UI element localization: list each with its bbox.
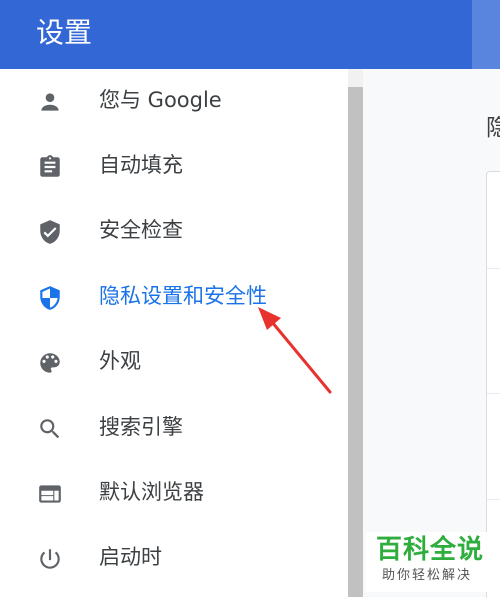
- sidebar-scrollbar[interactable]: [348, 69, 363, 597]
- sidebar-item-default-browser[interactable]: 默认浏览器: [0, 461, 348, 525]
- sidebar-item-you-and-google[interactable]: 您与 Google: [0, 69, 348, 133]
- person-icon: [41, 93, 59, 111]
- sidebar-item-label: 隐私设置和安全性: [99, 284, 267, 308]
- card-divider: [487, 268, 500, 269]
- sidebar: 您与 Google 自动填充 安全检查 隐私设置和安全性 外观 搜索引擎 默认浏…: [0, 69, 348, 597]
- search-icon: [40, 419, 60, 439]
- sidebar-item-search-engine[interactable]: 搜索引擎: [0, 396, 348, 460]
- sidebar-item-appearance[interactable]: 外观: [0, 330, 348, 394]
- scrollbar-track-top: [348, 69, 363, 87]
- clipboard-icon: [40, 155, 60, 177]
- card-divider: [487, 393, 500, 394]
- watermark-title: 百科全说: [376, 535, 485, 565]
- sidebar-item-label: 您与 Google: [99, 88, 222, 112]
- browser-icon: [39, 485, 61, 503]
- watermark-subtitle: 助你轻松解决: [382, 568, 473, 583]
- content-area: [363, 69, 500, 597]
- shield-check-icon: [40, 220, 60, 244]
- sidebar-item-privacy-security[interactable]: 隐私设置和安全性: [0, 265, 348, 329]
- sidebar-item-autofill[interactable]: 自动填充: [0, 134, 348, 198]
- sidebar-item-label: 外观: [99, 349, 141, 373]
- shield-half-icon: [40, 286, 60, 310]
- watermark: 百科全说 助你轻松解决: [366, 532, 496, 592]
- sidebar-item-label: 启动时: [99, 545, 162, 569]
- sidebar-item-label: 安全检查: [99, 218, 183, 242]
- palette-icon: [40, 353, 60, 373]
- section-title: 隐: [486, 115, 500, 141]
- card-divider: [487, 499, 500, 500]
- power-icon: [40, 549, 60, 569]
- sidebar-item-on-startup[interactable]: 启动时: [0, 526, 348, 590]
- sidebar-item-label: 搜索引擎: [99, 415, 183, 439]
- header-search-area: [472, 0, 500, 69]
- page-title: 设置: [36, 16, 93, 49]
- app-header: 设置: [0, 0, 472, 69]
- sidebar-item-label: 默认浏览器: [99, 480, 204, 504]
- sidebar-item-label: 自动填充: [99, 153, 183, 177]
- sidebar-item-safety-check[interactable]: 安全检查: [0, 199, 348, 263]
